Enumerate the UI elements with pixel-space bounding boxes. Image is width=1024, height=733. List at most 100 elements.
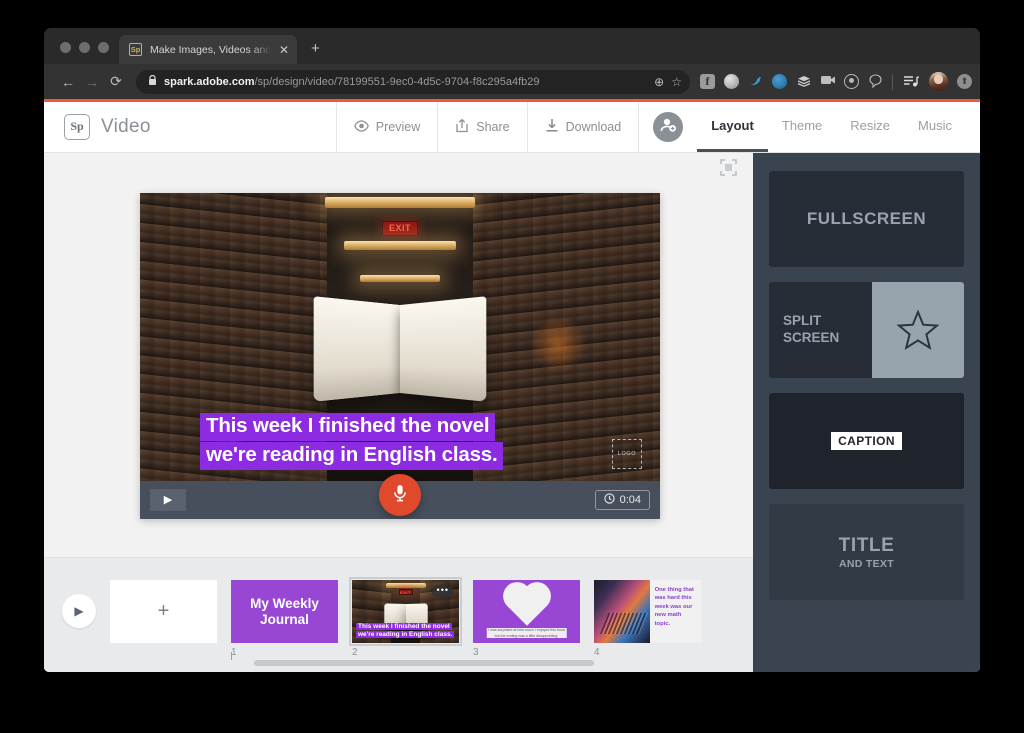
reading-list-icon[interactable] (902, 74, 920, 89)
browser-tab-title: Make Images, Videos and Web S (150, 44, 271, 56)
app-brand[interactable]: Sp Video (44, 102, 171, 152)
video-controls-bar: ▶ 0:04 (140, 481, 660, 519)
caption-line-2: we're reading in English class. (200, 442, 503, 470)
mic-icon (392, 483, 408, 508)
layout-option-caption[interactable]: CAPTION (769, 393, 964, 489)
url-domain: spark.adobe.com (164, 76, 254, 88)
address-bar[interactable]: spark.adobe.com/sp/design/video/78199551… (136, 70, 690, 94)
slide-thumbnail[interactable]: I was surprised at how much I enjoyed th… (473, 580, 580, 643)
browser-tab-strip: Sp Make Images, Videos and Web S ✕ + (44, 28, 980, 64)
book-page-left (314, 296, 400, 402)
lock-icon (148, 75, 157, 88)
open-book (320, 305, 480, 393)
slide-marker (231, 652, 232, 660)
slide-thumbnail[interactable]: My Weekly Journal (231, 580, 338, 643)
forward-button[interactable]: → (80, 74, 104, 90)
back-button[interactable]: ← (56, 74, 80, 90)
eye-icon (354, 120, 369, 135)
mini-caption-line-2: but the ending was a little disappointin… (486, 633, 567, 638)
logo-placeholder[interactable]: LOGO (612, 439, 642, 469)
layout-option-title-and-text[interactable]: TITLE AND TEXT (769, 504, 964, 600)
slide-thumbnail[interactable]: EXIT This week I finished the novel we'r… (352, 580, 459, 643)
slide-caption[interactable]: This week I finished the novel we're rea… (200, 413, 503, 471)
canvas-area: EXIT This week I finished the novel (44, 153, 753, 557)
mini-caption: I was surprised at how much I enjoyed th… (486, 628, 567, 639)
install-app-icon[interactable]: ⊕ (654, 75, 664, 89)
header-spacer (171, 102, 336, 152)
spark-logo-icon: Sp (64, 114, 90, 140)
browser-update-icon[interactable]: ⬆ (957, 74, 972, 89)
timeline-slide-1: My Weekly Journal 1 (231, 580, 338, 658)
speech-bubble-extension-icon[interactable] (868, 74, 883, 89)
record-button[interactable] (379, 474, 421, 516)
layout-option-split-screen[interactable]: SPLIT SCREEN (769, 282, 964, 378)
invite-wrapper (638, 102, 697, 152)
ceiling-light-2 (344, 241, 456, 250)
slide-number: 1 (231, 647, 338, 658)
reload-button[interactable]: ⟳ (104, 73, 128, 90)
timeline-scrollbar[interactable] (254, 660, 594, 666)
layout-option-fullscreen[interactable]: FULLSCREEN (769, 171, 964, 267)
download-icon (545, 118, 559, 136)
add-collaborator-button[interactable] (653, 112, 683, 142)
laptop-image (594, 580, 650, 643)
extensions-bar: f ⬆ (696, 72, 972, 91)
share-label: Share (476, 120, 509, 134)
timeline-play-button[interactable]: ▶ (62, 594, 96, 628)
share-icon (455, 118, 469, 136)
tab-theme[interactable]: Theme (768, 102, 836, 152)
fullscreen-icon[interactable] (720, 159, 737, 176)
ceiling-light-3 (360, 275, 440, 282)
timeline-slide-2: EXIT This week I finished the novel we'r… (352, 580, 459, 658)
camera-extension-icon[interactable] (844, 74, 859, 89)
mini-caption-line-1: I was surprised at how much I enjoyed th… (486, 628, 567, 633)
play-button[interactable]: ▶ (150, 489, 186, 511)
slide-options-menu-icon[interactable]: ••• (432, 585, 454, 598)
caption-line-1: This week I finished the novel (200, 413, 495, 441)
slide-timeline: ▶ + My Weekly Journal 1 (44, 557, 753, 672)
browser-window: Sp Make Images, Videos and Web S ✕ + ← →… (44, 28, 980, 672)
new-tab-button[interactable]: + (297, 40, 332, 64)
slide-thumbnail[interactable]: One thing that was hard this week was ou… (594, 580, 701, 643)
mini-caption-line-1: This week I finished the novel (356, 623, 452, 630)
video-preview-card[interactable]: EXIT This week I finished the novel (140, 193, 660, 519)
spark-video-app: Sp Video Preview Share Downlo (44, 102, 980, 672)
bird-extension-icon[interactable] (748, 74, 763, 89)
preview-button[interactable]: Preview (336, 102, 437, 152)
mini-caption-line-2: we're reading in English class. (356, 631, 454, 638)
browser-tab[interactable]: Sp Make Images, Videos and Web S ✕ (119, 35, 297, 64)
bookmark-star-icon[interactable]: ☆ (671, 75, 682, 89)
warm-glow (529, 314, 587, 374)
slide-text: One thing that was hard this week was ou… (650, 580, 701, 643)
facebook-extension-icon[interactable]: f (700, 74, 715, 89)
mini-exit-sign: EXIT (399, 589, 413, 595)
duration-badge[interactable]: 0:04 (595, 490, 650, 510)
sphere-extension-icon[interactable] (724, 74, 739, 89)
add-slide-button[interactable]: + (110, 580, 217, 643)
close-window-button[interactable] (60, 42, 71, 53)
timeline-slide-4: One thing that was hard this week was ou… (594, 580, 701, 658)
tab-music[interactable]: Music (904, 102, 966, 152)
timeline-slide-3: I was surprised at how much I enjoyed th… (473, 580, 580, 658)
duration-text: 0:04 (620, 494, 641, 506)
tab-layout[interactable]: Layout (697, 102, 768, 152)
layers-extension-icon[interactable] (796, 74, 811, 89)
app-header: Sp Video Preview Share Downlo (44, 102, 980, 153)
globe-extension-icon[interactable] (772, 74, 787, 89)
minimize-window-button[interactable] (79, 42, 90, 53)
download-button[interactable]: Download (527, 102, 639, 152)
slide-number: 4 (594, 647, 701, 658)
heart-icon (507, 586, 547, 626)
browser-toolbar: ← → ⟳ spark.adobe.com/sp/design/video/78… (44, 64, 980, 99)
exit-sign: EXIT (382, 221, 418, 236)
app-body: EXIT This week I finished the novel (44, 153, 980, 672)
tab-resize[interactable]: Resize (836, 102, 904, 152)
maximize-window-button[interactable] (98, 42, 109, 53)
add-slide-wrapper: + (110, 580, 217, 643)
toolbar-divider (892, 74, 893, 90)
profile-avatar[interactable] (929, 72, 948, 91)
video-extension-icon[interactable] (820, 74, 835, 89)
editor-stage: EXIT This week I finished the novel (44, 153, 753, 672)
close-tab-icon[interactable]: ✕ (279, 44, 289, 56)
share-button[interactable]: Share (437, 102, 526, 152)
